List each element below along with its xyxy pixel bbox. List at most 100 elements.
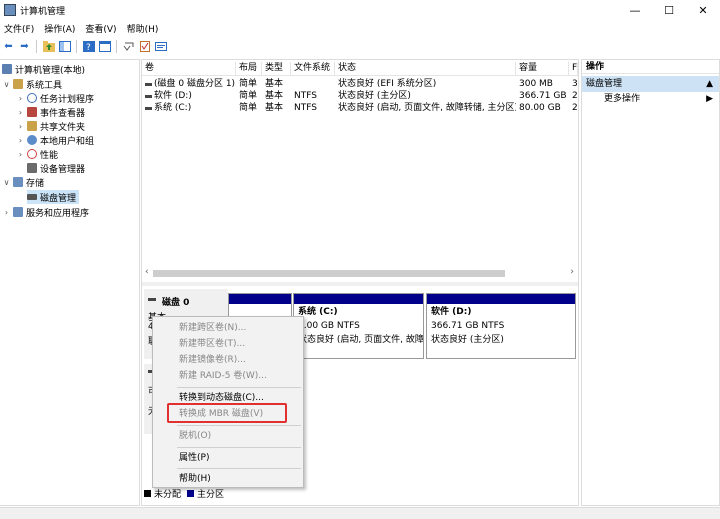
chevron-down-icon[interactable]: ∨ (2, 178, 11, 187)
highlight-box (167, 403, 287, 423)
shared-folder-icon (27, 121, 37, 131)
chevron-right-icon[interactable]: › (16, 94, 25, 103)
window-title: 计算机管理 (20, 6, 66, 17)
col-capacity[interactable]: 容量 (516, 62, 569, 75)
tree-item-computer-management[interactable]: 计算机管理(本地) (2, 62, 85, 76)
tree-item-task-scheduler[interactable]: › 任务计划程序 (16, 91, 94, 105)
disk-icon (27, 194, 37, 200)
tree-item-event-viewer[interactable]: › 事件查看器 (16, 105, 85, 119)
chevron-down-icon[interactable]: ∨ (2, 80, 11, 89)
tree-item-device-manager[interactable]: 设备管理器 (27, 161, 85, 175)
device-manager-icon (27, 163, 37, 173)
clock-icon (27, 93, 37, 103)
forward-arrow-icon[interactable]: ➡ (18, 40, 31, 53)
menu-view[interactable]: 查看(V) (85, 22, 116, 35)
chevron-right-icon[interactable]: › (16, 122, 25, 131)
menu-separator (177, 447, 301, 448)
status-bar (0, 507, 720, 519)
col-volume[interactable]: 卷 (142, 62, 236, 75)
menu-help[interactable]: 帮助(H) (127, 22, 159, 35)
legend-primary: 主分区 (197, 490, 225, 500)
computer-icon (2, 64, 12, 74)
volume-icon (145, 106, 152, 110)
users-icon (27, 135, 37, 145)
chevron-right-icon[interactable]: › (16, 136, 25, 145)
partition-c[interactable]: 系统 (C:) 0.00 GB NTFS 状态良好 (启动, 页面文件, 故障 (293, 293, 424, 359)
menu-action[interactable]: 操作(A) (44, 22, 75, 35)
export-icon[interactable] (154, 40, 167, 53)
tree-item-disk-management[interactable]: 磁盘管理 (27, 190, 80, 204)
svg-text:?: ? (86, 43, 91, 52)
partition-d[interactable]: 软件 (D:) 366.71 GB NTFS 状态良好 (主分区) (426, 293, 576, 359)
menu-item-new-spanned[interactable]: 新建跨区卷(N)... (179, 321, 246, 335)
disk-icon (148, 298, 156, 301)
menu-item-help[interactable]: 帮助(H) (179, 472, 211, 486)
event-viewer-icon (27, 107, 37, 117)
disk-name: 磁盘 0 (162, 298, 190, 308)
minimize-button[interactable]: — (618, 0, 652, 20)
menu-item-new-mirrored[interactable]: 新建镜像卷(R)... (179, 353, 246, 367)
performance-icon (27, 149, 37, 159)
volume-table-header: 卷 布局 类型 文件系统 状态 容量 F (142, 62, 578, 76)
col-free[interactable]: F (569, 62, 578, 75)
table-row[interactable]: (磁盘 0 磁盘分区 1) 简单 基本 状态良好 (EFI 系统分区) 300 … (142, 78, 578, 90)
tree-item-shared-folders[interactable]: › 共享文件夹 (16, 119, 85, 133)
table-row[interactable]: 软件 (D:) 简单 基本 NTFS 状态良好 (主分区) 366.71 GB … (142, 90, 578, 102)
title-bar: 计算机管理 — ☐ ✕ (0, 0, 720, 20)
volume-icon (145, 94, 152, 98)
chevron-right-icon[interactable]: › (2, 208, 11, 217)
menu-file[interactable]: 文件(F) (4, 22, 34, 35)
maximize-button[interactable]: ☐ (652, 0, 686, 20)
scrollbar-thumb[interactable] (153, 270, 505, 277)
tree-item-performance[interactable]: › 性能 (16, 147, 58, 161)
toolbar: ⬅ ➡ ? (0, 38, 720, 55)
scroll-left-icon[interactable]: ‹ (145, 267, 149, 277)
menu-bar: 文件(F) 操作(A) 查看(V) 帮助(H) (0, 21, 168, 35)
legend-unallocated: 未分配 (154, 490, 182, 500)
check-icon[interactable] (138, 40, 151, 53)
show-hide-tree-icon[interactable] (58, 40, 71, 53)
properties-icon[interactable] (98, 40, 111, 53)
table-row[interactable]: 系统 (C:) 简单 基本 NTFS 状态良好 (启动, 页面文件, 故障转储,… (142, 102, 578, 114)
close-button[interactable]: ✕ (686, 0, 720, 20)
col-layout[interactable]: 布局 (236, 62, 262, 75)
menu-separator (177, 387, 301, 388)
legend-swatch-unallocated (144, 490, 151, 497)
chevron-right-icon[interactable]: › (16, 150, 25, 159)
volume-icon (145, 82, 152, 86)
menu-separator (177, 468, 301, 469)
collapse-up-icon[interactable]: ▲ (706, 76, 713, 92)
tree-item-local-users[interactable]: › 本地用户和组 (16, 133, 94, 147)
legend-swatch-primary (187, 490, 195, 497)
menu-item-properties[interactable]: 属性(P) (179, 451, 209, 465)
menu-item-new-striped[interactable]: 新建带区卷(T)... (179, 337, 245, 351)
more-actions-item[interactable]: 更多操作 ▶ (582, 92, 719, 106)
menu-item-offline[interactable]: 脱机(O) (179, 429, 211, 443)
context-menu: 新建跨区卷(N)... 新建带区卷(T)... 新建镜像卷(R)... 新建 R… (152, 316, 304, 488)
services-icon (13, 207, 23, 217)
actions-pane: 操作 磁盘管理 ▲ 更多操作 ▶ (581, 59, 720, 506)
computer-management-icon (4, 4, 16, 16)
tree-item-system-tools[interactable]: ∨ 系统工具 (2, 77, 62, 91)
legend: 未分配 主分区 (144, 488, 225, 500)
col-type[interactable]: 类型 (262, 62, 291, 75)
refresh-icon[interactable] (122, 40, 135, 53)
folder-up-icon[interactable] (42, 40, 55, 53)
scroll-right-icon[interactable]: › (570, 267, 574, 277)
storage-icon (13, 177, 23, 187)
chevron-right-icon: ▶ (706, 94, 713, 104)
menu-separator (177, 425, 301, 426)
help-icon[interactable]: ? (82, 40, 95, 53)
chevron-right-icon[interactable]: › (16, 108, 25, 117)
tools-icon (13, 79, 23, 89)
col-filesystem[interactable]: 文件系统 (291, 62, 335, 75)
navigation-tree: 计算机管理(本地) ∨ 系统工具 › 任务计划程序 › 事件查看器 › 共享文件夹 › 本… (0, 59, 140, 506)
horizontal-scrollbar[interactable]: ‹ › (142, 267, 578, 280)
menu-item-new-raid5[interactable]: 新建 RAID-5 卷(W)... (179, 369, 267, 383)
back-arrow-icon[interactable]: ⬅ (2, 40, 15, 53)
actions-header: 操作 (582, 60, 719, 74)
actions-section-disk-management[interactable]: 磁盘管理 ▲ (582, 76, 719, 92)
tree-item-services-apps[interactable]: › 服务和应用程序 (2, 205, 89, 219)
col-status[interactable]: 状态 (335, 62, 516, 75)
tree-item-storage[interactable]: ∨ 存储 (2, 175, 44, 189)
